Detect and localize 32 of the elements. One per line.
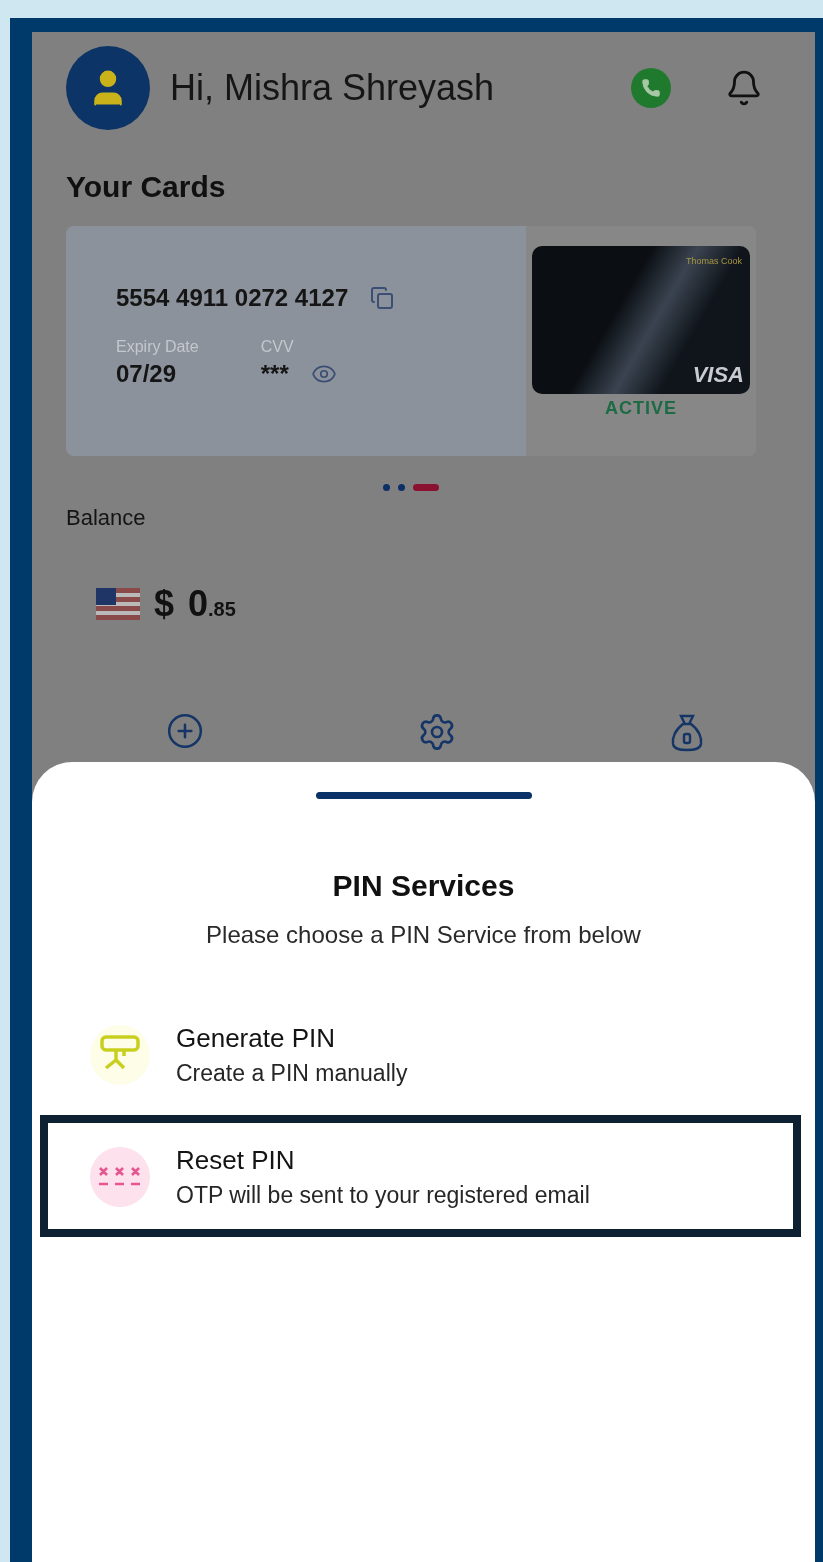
expiry-label: Expiry Date <box>116 338 199 356</box>
cvv-value: *** <box>260 360 289 388</box>
pin-option[interactable]: Reset PIN OTP will be sent to your registered email <box>40 1115 801 1237</box>
balance-label: Balance <box>66 505 147 531</box>
option-description: Create a PIN manually <box>176 1060 408 1087</box>
currency-symbol: $ <box>154 583 175 625</box>
drag-handle[interactable] <box>315 792 532 799</box>
section-title: Your Cards <box>66 170 227 204</box>
balance-amount: 0.85 <box>188 583 236 625</box>
card-panel[interactable]: 5554 4911 0272 4127 Expiry Date 07/29 CVV *** Thomas Cook VISA ACTIVE <box>66 226 756 456</box>
pager-dot[interactable] <box>398 484 405 491</box>
chat-icon[interactable] <box>631 68 671 108</box>
option-description: OTP will be sent to your registered email <box>176 1182 590 1209</box>
card-number: 5554 4911 0272 4127 <box>116 284 349 312</box>
add-icon[interactable] <box>166 712 204 750</box>
flag-icon <box>96 588 140 620</box>
copy-icon[interactable] <box>370 286 395 310</box>
card-issuer: Thomas Cook <box>685 256 742 266</box>
pager-dot[interactable] <box>383 484 390 491</box>
card-network: VISA <box>692 362 744 388</box>
money-bag-icon[interactable] <box>669 712 705 752</box>
sheet-title: PIN Services <box>332 869 515 903</box>
expiry-date: 07/29 <box>116 360 177 388</box>
option-title: Reset PIN <box>176 1145 296 1176</box>
cvv-label: CVV <box>260 338 295 356</box>
masked-pin-icon <box>90 1147 150 1207</box>
card-status: ACTIVE <box>605 398 677 419</box>
pin-option[interactable]: Generate PIN Create a PIN manually <box>40 993 801 1115</box>
option-title: Generate PIN <box>176 1023 336 1054</box>
greeting: Hi, Mishra Shreyash <box>170 67 496 109</box>
notification-bell-icon[interactable] <box>725 69 763 107</box>
sheet-subtitle: Please choose a PIN Service from below <box>206 921 641 949</box>
